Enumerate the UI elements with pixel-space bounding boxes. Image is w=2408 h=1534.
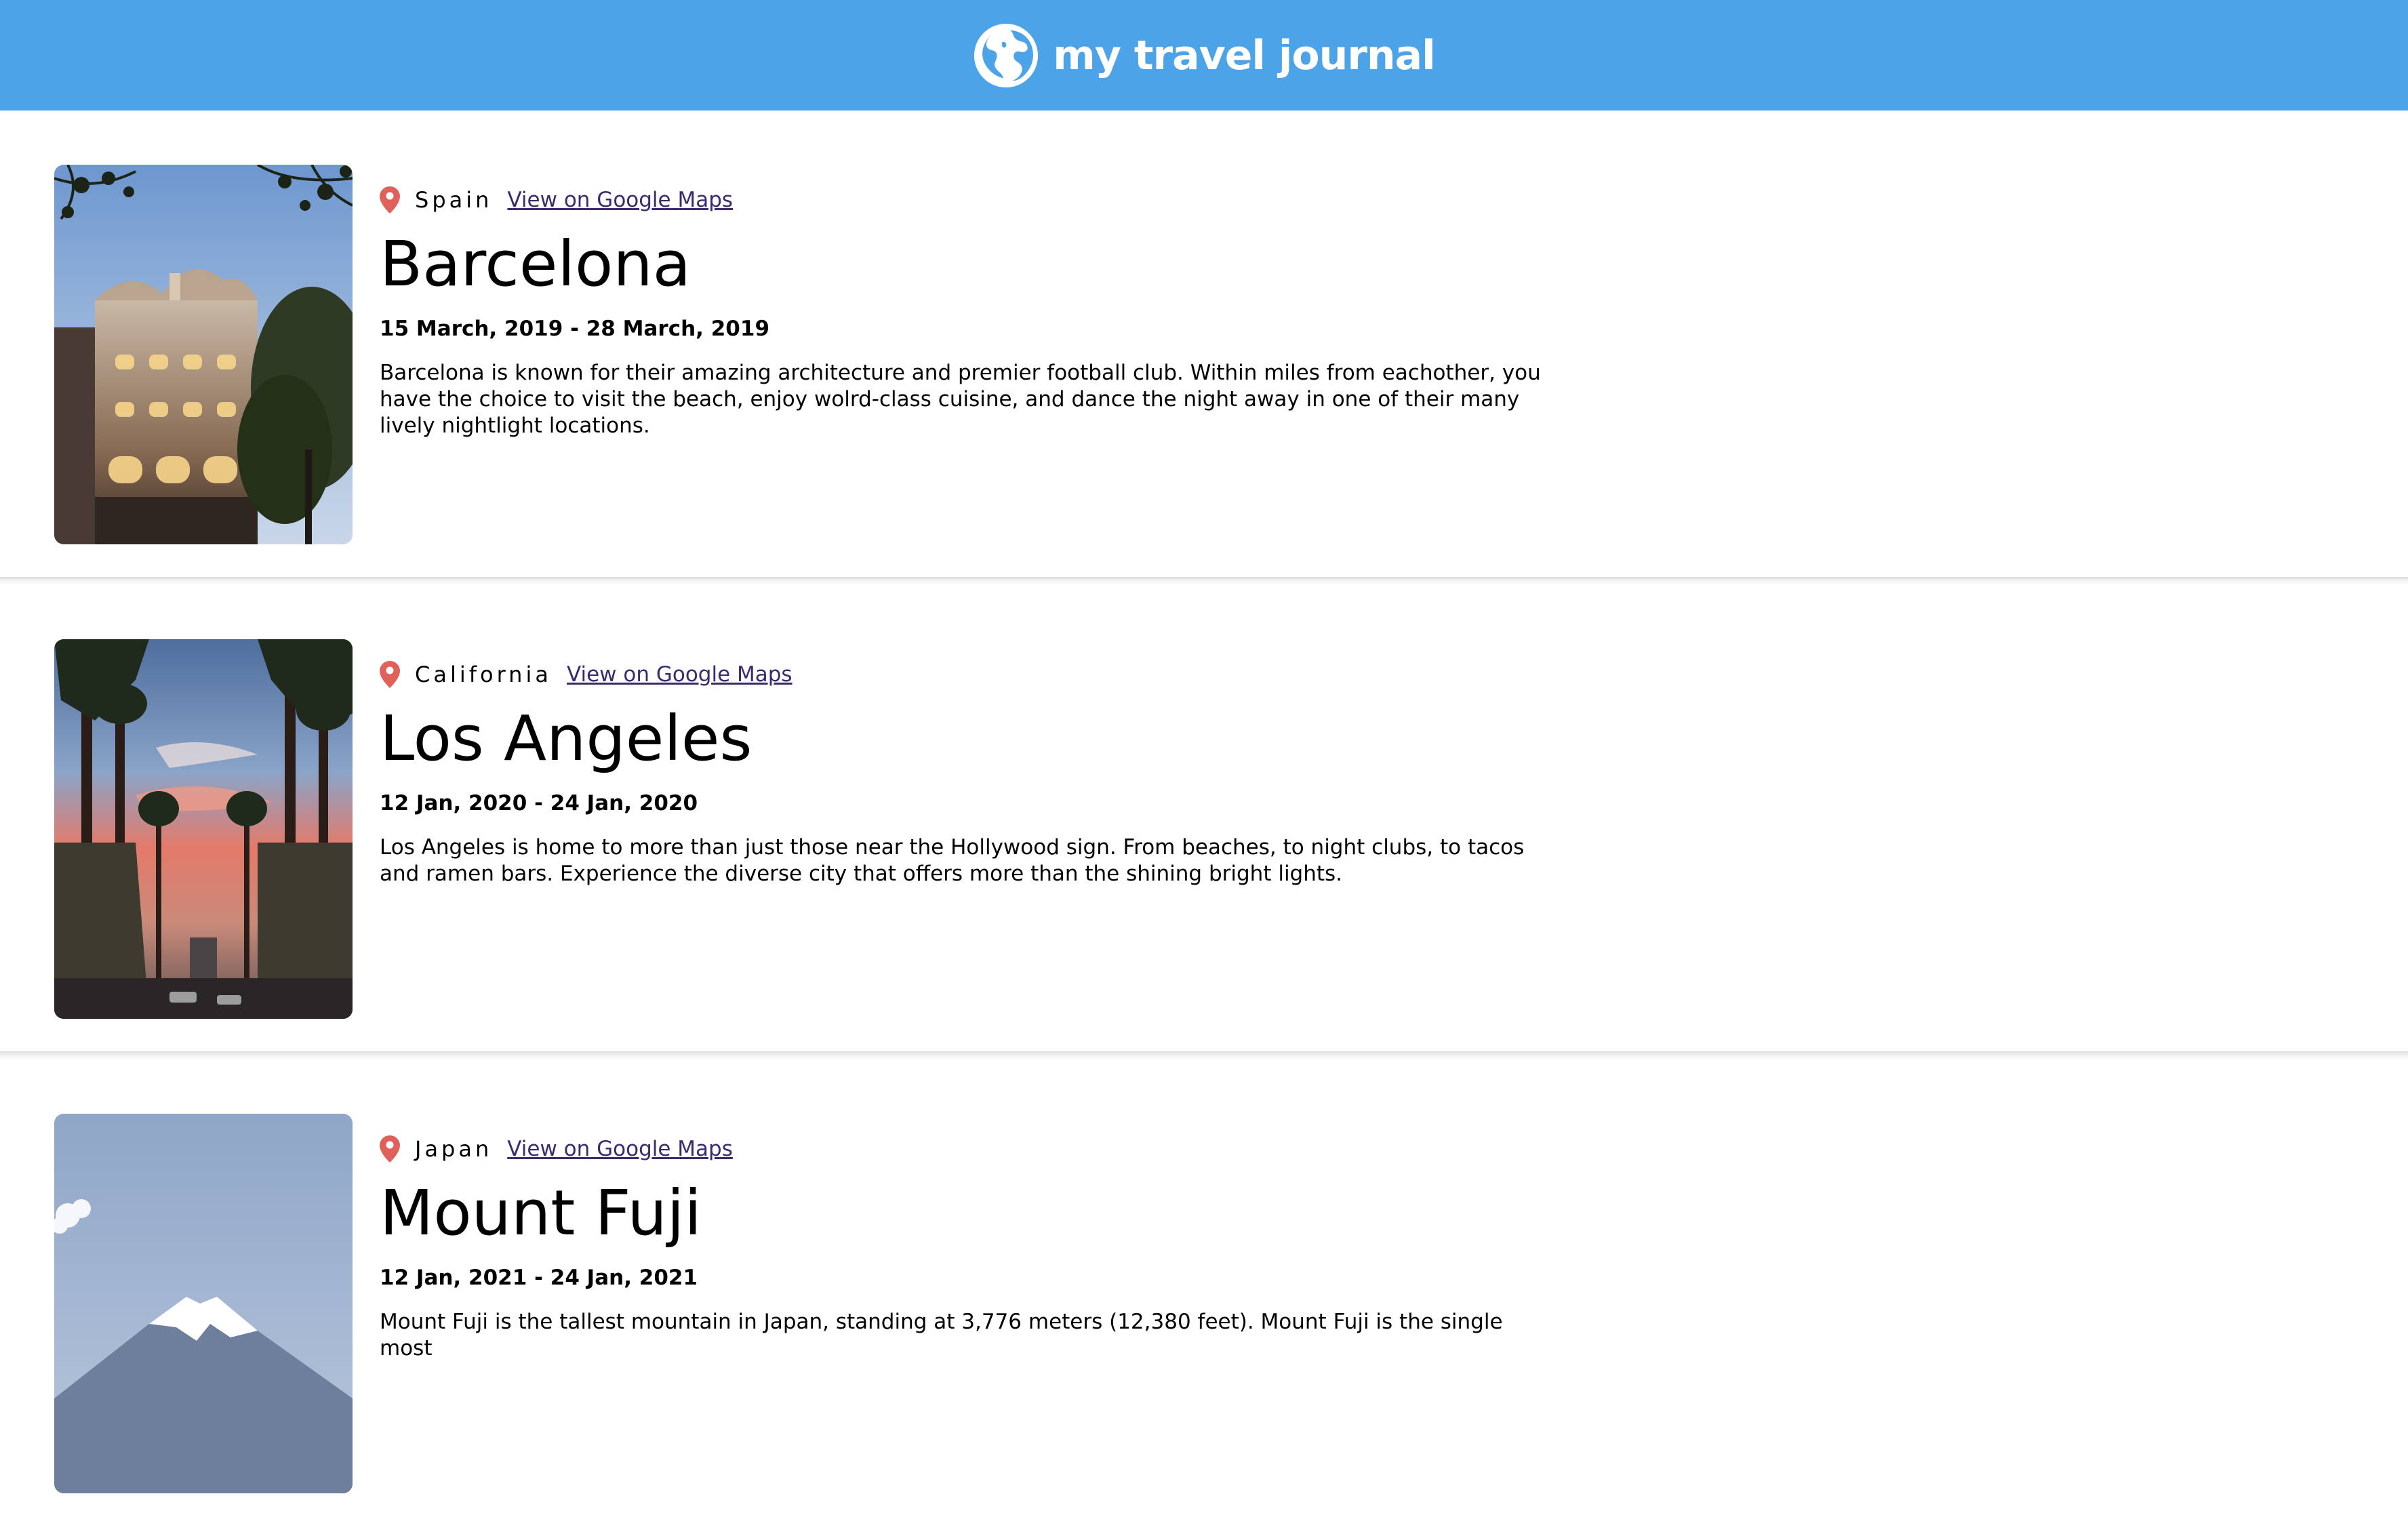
entry-title: Barcelona	[380, 228, 691, 300]
brand: my travel journal	[973, 22, 1436, 89]
entry-divider	[0, 577, 2408, 585]
entry-country: Japan	[415, 1136, 493, 1162]
entry-info: Japan View on Google Maps Mount Fuji 12 …	[380, 1134, 1546, 1362]
entry-info: Spain View on Google Maps Barcelona 15 M…	[380, 185, 1546, 439]
entry-photo	[54, 165, 353, 544]
barcelona-photo	[54, 165, 353, 544]
app-title: my travel journal	[1053, 31, 1435, 79]
entry-dates: 12 Jan, 2021 - 24 Jan, 2021	[380, 1266, 698, 1290]
journal-entry: Spain View on Google Maps Barcelona 15 M…	[0, 110, 2408, 585]
entry-dates: 12 Jan, 2020 - 24 Jan, 2020	[380, 791, 698, 815]
entry-dates: 15 March, 2019 - 28 March, 2019	[380, 317, 770, 341]
entry-description: Mount Fuji is the tallest mountain in Ja…	[380, 1310, 1503, 1360]
entry-description: Barcelona is known for their amazing arc…	[380, 361, 1541, 438]
entry-country: Spain	[415, 187, 493, 213]
journal-entry: Japan View on Google Maps Mount Fuji 12 …	[0, 1059, 2408, 1534]
mount-fuji-photo	[54, 1114, 353, 1493]
los-angeles-photo	[54, 639, 353, 1019]
entry-photo	[54, 1114, 353, 1493]
google-maps-link[interactable]: View on Google Maps	[507, 188, 733, 212]
location-pin-icon	[380, 1135, 400, 1163]
location-pin-icon	[380, 186, 400, 214]
globe-icon	[974, 23, 1039, 87]
google-maps-link[interactable]: View on Google Maps	[507, 1137, 733, 1161]
google-maps-link[interactable]: View on Google Maps	[567, 662, 792, 687]
entry-title: Mount Fuji	[380, 1177, 702, 1249]
entry-country: California	[415, 662, 552, 687]
entry-divider	[0, 1051, 2408, 1059]
entry-title: Los Angeles	[380, 702, 752, 775]
location-row: Japan View on Google Maps	[380, 1134, 1546, 1164]
location-row: California View on Google Maps	[380, 660, 1546, 689]
entry-photo	[54, 639, 353, 1019]
entry-description: Los Angeles is home to more than just th…	[380, 835, 1525, 886]
location-pin-icon	[380, 661, 400, 688]
app-header: my travel journal	[0, 0, 2408, 110]
journal-entry: California View on Google Maps Los Angel…	[0, 585, 2408, 1059]
entry-info: California View on Google Maps Los Angel…	[380, 660, 1546, 887]
location-row: Spain View on Google Maps	[380, 185, 1546, 215]
